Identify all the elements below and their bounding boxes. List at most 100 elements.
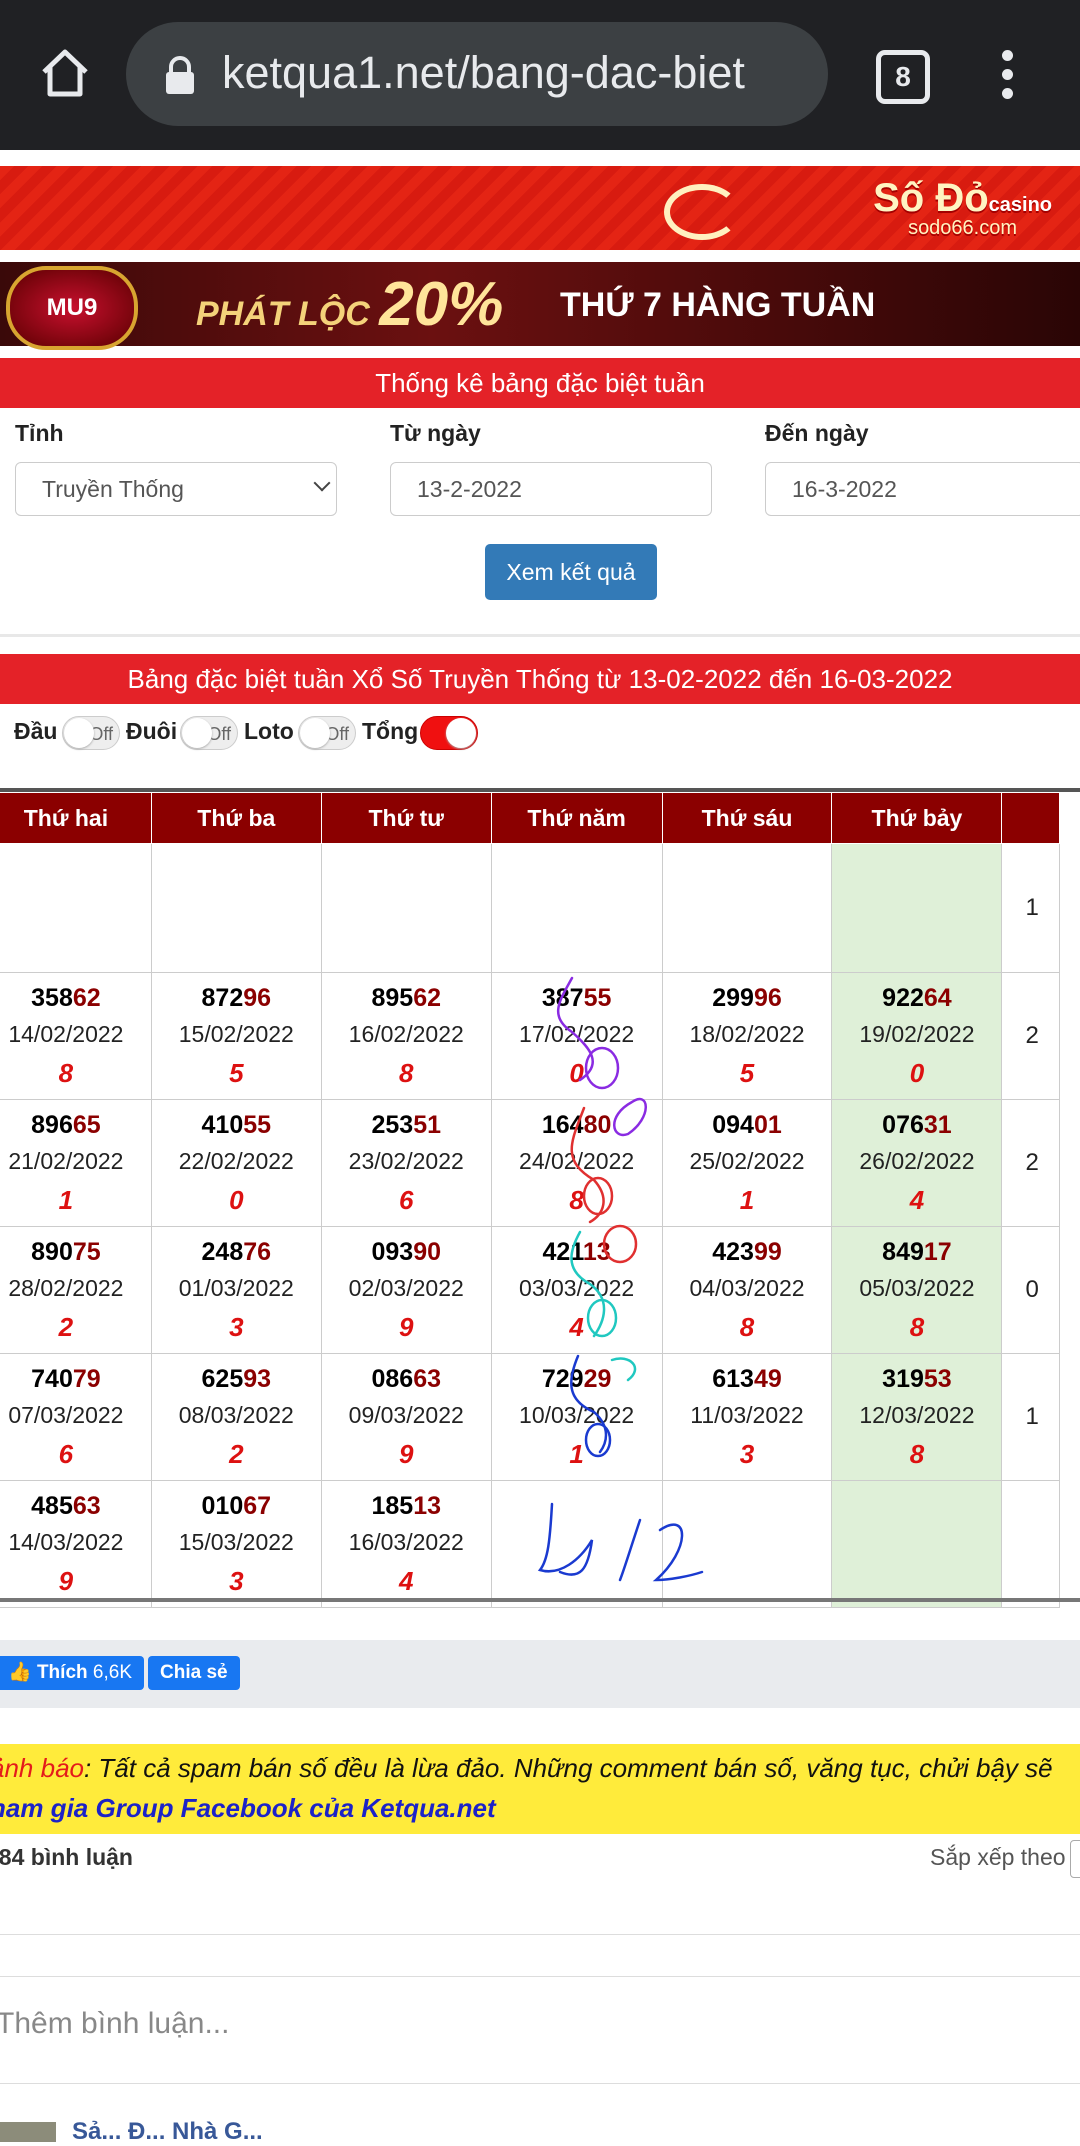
digit-sum: 2: [58, 1312, 74, 1343]
day-cell: 07631 26/02/2022 4: [831, 1099, 1003, 1227]
day-cell: [831, 843, 1003, 973]
prize-number: 92264: [882, 983, 952, 1012]
comment-input[interactable]: Thêm bình luận...: [0, 1976, 1080, 2084]
tab-switcher-button[interactable]: 8: [876, 50, 930, 104]
prize-number: 48563: [31, 1491, 101, 1520]
draw-date: 01/03/2022: [178, 1275, 294, 1302]
digit-sum: 8: [909, 1439, 925, 1470]
header-monday: Thứ hai: [0, 792, 152, 844]
from-date-label: Từ ngày: [390, 420, 481, 446]
divider: [0, 634, 1080, 637]
toggle-tail-switch[interactable]: Off: [180, 716, 238, 750]
avatar[interactable]: [0, 2122, 56, 2142]
address-bar[interactable]: ketqua1.net/bang-dac-biet: [126, 22, 828, 126]
digit-sum: 8: [739, 1312, 755, 1343]
banner-logo: Số Đỏcasino sodo66.com: [873, 176, 1052, 239]
table-row: 1: [0, 843, 1060, 973]
day-cell: 31953 12/03/2022 8: [831, 1353, 1003, 1481]
toggle-head-label: Đầu: [14, 718, 58, 744]
prize-number: 42399: [712, 1237, 782, 1266]
day-cell: [150, 843, 322, 973]
facebook-share-button[interactable]: Chia sẻ: [148, 1656, 240, 1690]
comment-author[interactable]: Sả... Đ... Nhà G...: [72, 2118, 263, 2146]
draw-date: 16/03/2022: [348, 1529, 464, 1556]
digit-sum: 1: [58, 1185, 74, 1216]
digit-sum: 6: [399, 1185, 414, 1216]
warning-text: : Tất cả spam bán số đều là lừa đảo. Nhữ…: [83, 1753, 1053, 1783]
draw-date: 25/02/2022: [689, 1148, 805, 1175]
url-text: ketqua1.net/bang-dac-biet: [222, 47, 745, 98]
prize-number: 72929: [541, 1364, 612, 1393]
prize-number: 38755: [541, 983, 612, 1012]
toggle-sum-switch[interactable]: On: [420, 716, 478, 750]
draw-date: 14/02/2022: [8, 1021, 124, 1048]
sort-select[interactable]: [1070, 1840, 1080, 1878]
digit-sum: 4: [569, 1312, 584, 1343]
day-cell: 84917 05/03/2022 8: [831, 1226, 1003, 1354]
draw-date: 05/03/2022: [859, 1275, 975, 1302]
weekday-header-row: Thứ hai Thứ ba Thứ tư Thứ năm Thứ sáu Th…: [0, 792, 1060, 844]
home-icon[interactable]: [38, 46, 92, 100]
swirl-logo-icon: [664, 184, 740, 240]
prize-number: 08663: [371, 1364, 441, 1393]
toggle-loto-switch[interactable]: Off: [298, 716, 356, 750]
day-cell: 38755 17/02/2022 0: [490, 972, 663, 1100]
prize-number: 89665: [31, 1110, 101, 1139]
from-date-input[interactable]: 13-2-2022: [390, 462, 712, 516]
divider: [0, 1934, 1080, 1935]
digit-sum: 4: [399, 1566, 414, 1597]
digit-sum: 8: [909, 1312, 925, 1343]
prize-number: 84917: [882, 1237, 952, 1266]
prize-number: 16480: [541, 1110, 612, 1139]
day-cell: [661, 843, 833, 973]
digit-sum: 3: [229, 1312, 244, 1343]
draw-date: 07/03/2022: [8, 1402, 124, 1429]
draw-date: 26/02/2022: [859, 1148, 975, 1175]
digit-sum: 2: [229, 1439, 244, 1470]
day-cell: [490, 1480, 663, 1608]
toggle-loto-label: Loto: [244, 718, 294, 744]
ad-banner-mu9[interactable]: MU9 PHÁT LỘC 20% THỨ 7 HÀNG TUẦN: [0, 262, 1080, 350]
prize-number: 42113: [542, 1237, 611, 1266]
province-select[interactable]: Truyền Thống: [15, 462, 337, 516]
to-date-input[interactable]: 16-3-2022: [765, 462, 1080, 516]
draw-date: 10/03/2022: [519, 1402, 635, 1429]
header-saturday: Thứ bảy: [831, 792, 1003, 844]
draw-date: 12/03/2022: [859, 1402, 975, 1429]
prize-number: 74079: [31, 1364, 101, 1393]
toggle-tail-label: Đuôi: [126, 718, 178, 744]
toggle-sum-label: Tổng: [362, 718, 419, 744]
day-cell: 89665 21/02/2022 1: [0, 1099, 152, 1227]
prize-number: 41055: [201, 1110, 272, 1139]
day-cell: 2: [1001, 1099, 1060, 1227]
day-cell: 42113 03/03/2022 4: [490, 1226, 663, 1354]
draw-date: 19/02/2022: [859, 1021, 975, 1048]
day-cell: [831, 1480, 1003, 1608]
draw-date: 11/03/2022: [690, 1402, 804, 1429]
social-bar: 👍 Thích 6,6K Chia sẻ: [0, 1640, 1080, 1708]
banner-promo: PHÁT LỘC 20%: [196, 270, 504, 339]
day-cell: [661, 1480, 833, 1608]
day-cell: 92264 19/02/2022 0: [831, 972, 1003, 1100]
draw-date: 02/03/2022: [348, 1275, 464, 1302]
menu-icon[interactable]: [994, 50, 1020, 100]
day-cell: 1: [1001, 1353, 1060, 1481]
table-row: 35862 14/02/2022 8 87296 15/02/2022 5 89562 16/…: [0, 972, 1060, 1100]
facebook-group-link[interactable]: ham gia Group Facebook của Ketqua.net: [0, 1788, 496, 1828]
banner-promo-days: THỨ 7 HÀNG TUẦN: [560, 286, 876, 324]
prize-number: 07631: [882, 1110, 952, 1139]
warning-prefix: ảnh báo: [0, 1753, 84, 1783]
day-cell: 89562 16/02/2022 8: [320, 972, 492, 1100]
day-cell: 48563 14/03/2022 9: [0, 1480, 152, 1608]
ad-banner-sodo[interactable]: Số Đỏcasino sodo66.com: [0, 166, 1080, 250]
facebook-like-button[interactable]: 👍 Thích 6,6K: [0, 1656, 144, 1690]
view-results-button[interactable]: Xem kết quả: [485, 544, 657, 600]
digit-sum: 0: [909, 1058, 925, 1089]
draw-date: 21/02/2022: [8, 1148, 124, 1175]
digit-sum: 0: [569, 1058, 584, 1089]
lock-icon: [166, 56, 194, 94]
day-cell: 41055 22/02/2022 0: [150, 1099, 322, 1227]
draw-date: 28/02/2022: [8, 1275, 124, 1302]
draw-date: 18/02/2022: [689, 1021, 805, 1048]
toggle-head-switch[interactable]: Off: [62, 716, 120, 750]
